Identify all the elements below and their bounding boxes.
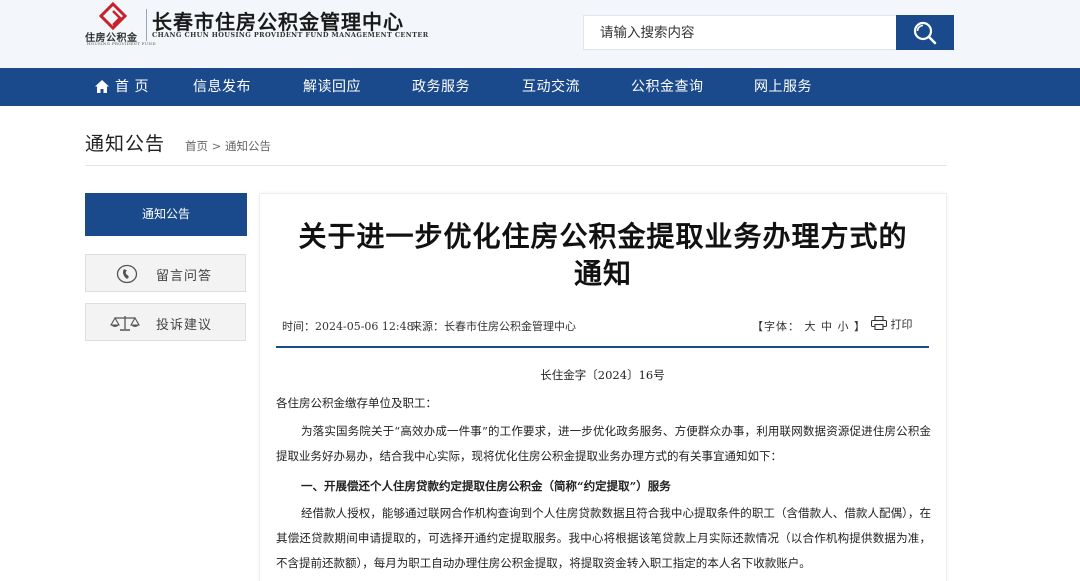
main-nav: 首 页 信息发布 解读回应 政务服务 互动交流 公积金查询 网上服务 xyxy=(0,68,1080,106)
site-header: 住房公积金 HOUSING PROVIDENT FUND 长春市住房公积金管理中… xyxy=(0,0,1080,68)
nav-item-interaction[interactable]: 互动交流 xyxy=(522,68,580,106)
nav-item-label: 首 页 xyxy=(115,79,149,95)
phone-icon xyxy=(116,264,138,284)
article-paragraph: 为落实国务院关于“高效办成一件事”的工作要求，进一步优化政务服务、方便群众办事，… xyxy=(276,424,931,463)
article-title-line: 关于进一步优化住房公积金提取业务办理方式的 xyxy=(298,220,908,253)
meta-divider xyxy=(276,346,929,348)
search-icon xyxy=(913,21,937,44)
font-size-control: 【字体： 大 中 小 】 xyxy=(752,318,866,334)
home-icon xyxy=(95,80,109,93)
title-divider xyxy=(85,165,947,166)
printer-icon xyxy=(870,315,888,331)
nav-item-services[interactable]: 政务服务 xyxy=(412,68,470,106)
font-size-close: 】 xyxy=(854,320,866,333)
nav-item-interpretation[interactable]: 解读回应 xyxy=(303,68,361,106)
search-button[interactable] xyxy=(896,15,954,50)
salutation: 各住房公积金缴存单位及职工： xyxy=(276,396,437,410)
site-subtitle: CHANG CHUN HOUSING PROVIDENT FUND MANAGE… xyxy=(152,31,429,39)
breadcrumb[interactable]: 首页 > 通知公告 xyxy=(185,138,271,154)
sidebar-item-notices[interactable]: 通知公告 xyxy=(85,193,247,236)
font-size-small[interactable]: 小 xyxy=(838,320,850,333)
logo-en-label: HOUSING PROVIDENT FUND xyxy=(87,41,156,46)
print-button[interactable]: 打印 xyxy=(870,315,913,332)
sidebar-item-label: 留言问答 xyxy=(156,269,213,284)
nav-item-fund-query[interactable]: 公积金查询 xyxy=(631,68,704,106)
print-label: 打印 xyxy=(890,318,913,331)
sidebar-item-qa[interactable]: 留言问答 xyxy=(85,254,246,292)
font-size-medium[interactable]: 中 xyxy=(821,320,833,333)
article-title: 关于进一步优化住房公积金提取业务办理方式的 通知 xyxy=(274,218,932,292)
document-number: 长住金字〔2024〕16号 xyxy=(540,368,665,382)
article-time: 时间：2024-05-06 12:48 xyxy=(282,320,414,333)
article-title-line: 通知 xyxy=(573,257,632,290)
sidebar-item-complaints[interactable]: 投诉建议 xyxy=(85,303,246,341)
search-input[interactable] xyxy=(584,16,896,49)
nav-item-info[interactable]: 信息发布 xyxy=(193,68,251,106)
scales-icon xyxy=(110,316,140,331)
page-title: 通知公告 xyxy=(85,133,166,155)
logo-divider xyxy=(146,9,147,41)
font-size-large[interactable]: 大 xyxy=(805,320,817,333)
article-heading: 一、开展偿还个人住房贷款约定提取住房公积金（简称“约定提取”）服务 xyxy=(301,479,671,493)
nav-item-home[interactable]: 首 页 xyxy=(95,68,149,106)
article-paragraph: 经借款人授权，能够通过联网合作机构查询到个人住房贷款数据且符合我中心提取条件的职… xyxy=(276,506,931,570)
search-box xyxy=(583,15,897,50)
article-source: 来源：长春市住房公积金管理中心 xyxy=(411,320,576,333)
sidebar-item-label: 投诉建议 xyxy=(156,318,213,333)
nav-item-online-service[interactable]: 网上服务 xyxy=(754,68,812,106)
font-size-label: 【字体： xyxy=(752,320,800,333)
